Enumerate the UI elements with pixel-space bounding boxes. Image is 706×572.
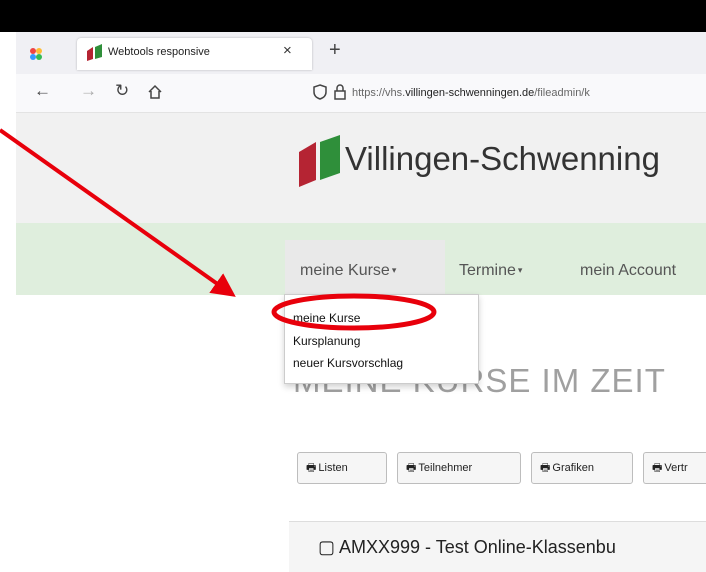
new-tab-icon[interactable]: +	[329, 39, 341, 62]
listen-button[interactable]: 🖶 Listen	[297, 452, 387, 484]
menu-meine-kurse[interactable]: meine Kurse ▾	[300, 262, 396, 280]
firefox-view-icon[interactable]	[27, 45, 45, 63]
print-icon: 🖶	[540, 461, 551, 474]
menu-label: Termine	[459, 262, 516, 279]
url-prefix: https://vhs.	[352, 87, 406, 99]
url-domain: villingen-schwenningen.de	[405, 87, 535, 99]
teilnehmer-button[interactable]: 🖶 Teilnehmer	[397, 452, 521, 484]
grafiken-button[interactable]: 🖶 Grafiken	[531, 452, 633, 484]
tab-close-icon[interactable]: ×	[283, 42, 292, 59]
forward-icon[interactable]: →	[80, 81, 97, 101]
url-path: /fileadmin/k	[534, 87, 590, 99]
vhs-logo-icon	[299, 135, 340, 187]
caret-down-icon: ▾	[391, 265, 397, 275]
screen-top-bar	[0, 0, 706, 32]
lock-icon[interactable]	[333, 83, 347, 101]
print-icon: 🖶	[652, 461, 663, 474]
home-icon[interactable]	[147, 84, 163, 100]
print-icon: 🖶	[406, 461, 417, 474]
back-icon[interactable]: ←	[34, 81, 51, 101]
dropdown-item-neuer-kursvorschlag[interactable]: neuer Kursvorschlag	[293, 356, 403, 370]
tracking-protection-icon[interactable]	[312, 83, 328, 101]
button-label: Grafiken	[552, 462, 594, 474]
dropdown-item-kursplanung[interactable]: Kursplanung	[293, 334, 360, 348]
caret-down-icon: ▾	[517, 265, 523, 275]
menu-mein-account[interactable]: mein Account	[580, 262, 676, 280]
print-icon: 🖶	[306, 461, 317, 474]
dropdown-item-meine-kurse[interactable]: meine Kurse	[293, 311, 360, 325]
site-favicon-icon	[87, 44, 102, 61]
button-label: Listen	[318, 462, 348, 474]
reload-icon[interactable]: ↻	[115, 81, 129, 101]
button-label: Teilnehmer	[418, 462, 473, 474]
menu-label: mein Account	[580, 262, 677, 279]
button-label: Vertr	[664, 462, 688, 474]
course-title[interactable]: ▢ AMXX999 - Test Online-Klassenbu	[318, 537, 616, 558]
menu-label: meine Kurse	[300, 262, 390, 279]
menu-termine[interactable]: Termine ▾	[459, 262, 522, 280]
address-bar-url[interactable]: https://vhs.villingen-schwenningen.de/fi…	[352, 87, 590, 99]
brand-title: Villingen-Schwenning	[345, 140, 660, 177]
vertraege-button[interactable]: 🖶 Vertr	[643, 452, 706, 484]
tab-title: Webtools responsive	[108, 46, 210, 58]
